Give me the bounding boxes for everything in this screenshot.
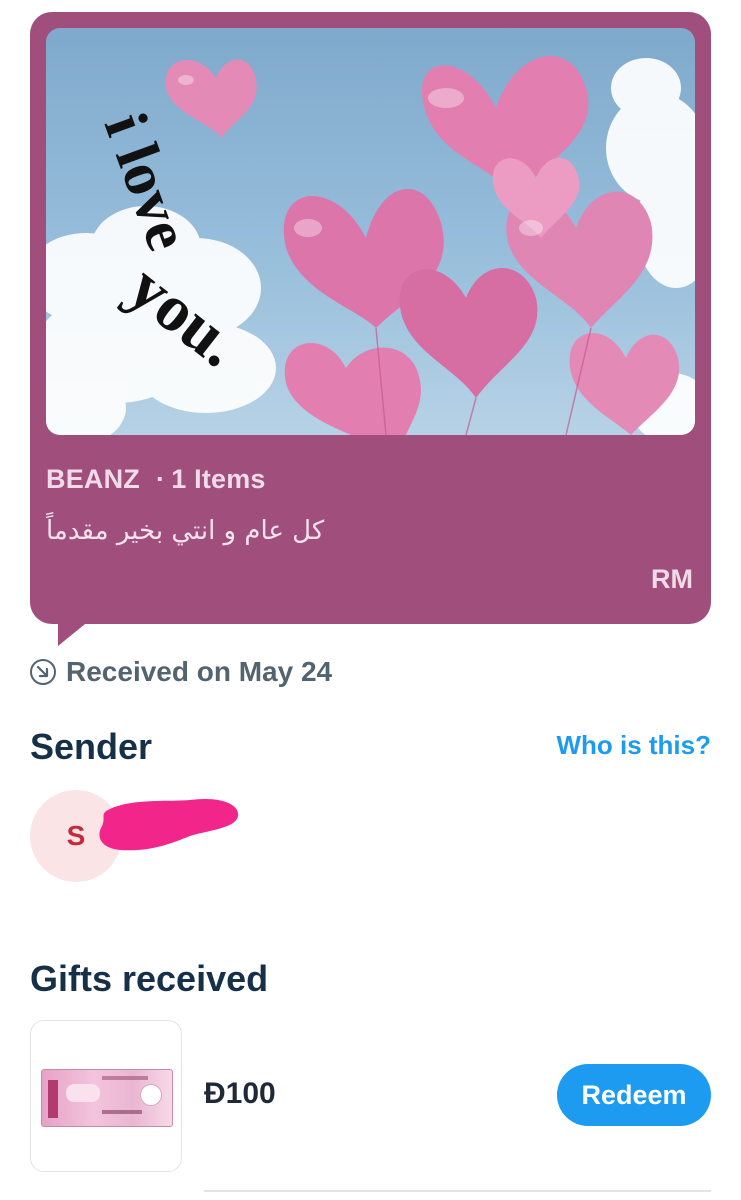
separator-dot: · [156,464,166,494]
gift-thumbnail[interactable] [30,1020,182,1172]
card-bubble-tail [58,620,90,646]
who-is-this-link[interactable]: Who is this? [556,730,711,761]
avatar-initial: S [66,820,86,851]
received-date-text: Received on May 24 [66,656,333,687]
card-meta: BEANZ · 1 Items [46,464,266,495]
gift-amount: Ð100 [204,1077,276,1110]
heart-balloons-illustration: i love you. [46,55,695,435]
card-hero-image: i love you. [46,28,695,435]
redeem-button[interactable]: Redeem [557,1064,711,1126]
items-count: 1 Items [171,464,266,494]
gift-card[interactable]: i love you. BEANZ · 1 Items كل عام و انتي … [30,12,711,624]
sender-title: Sender [30,726,153,767]
received-status: Received on May 24 [30,654,332,690]
brand-name: BEANZ [46,464,140,494]
card-message: كل عام و انتي بخير مقدماً [46,516,325,546]
gifts-received-title: Gifts received [30,958,269,999]
list-divider [204,1190,711,1192]
card-signature: RM [651,564,693,594]
banknote-image [41,1069,173,1127]
received-arrow-icon [30,659,56,685]
redacted-sender-name [99,798,239,851]
